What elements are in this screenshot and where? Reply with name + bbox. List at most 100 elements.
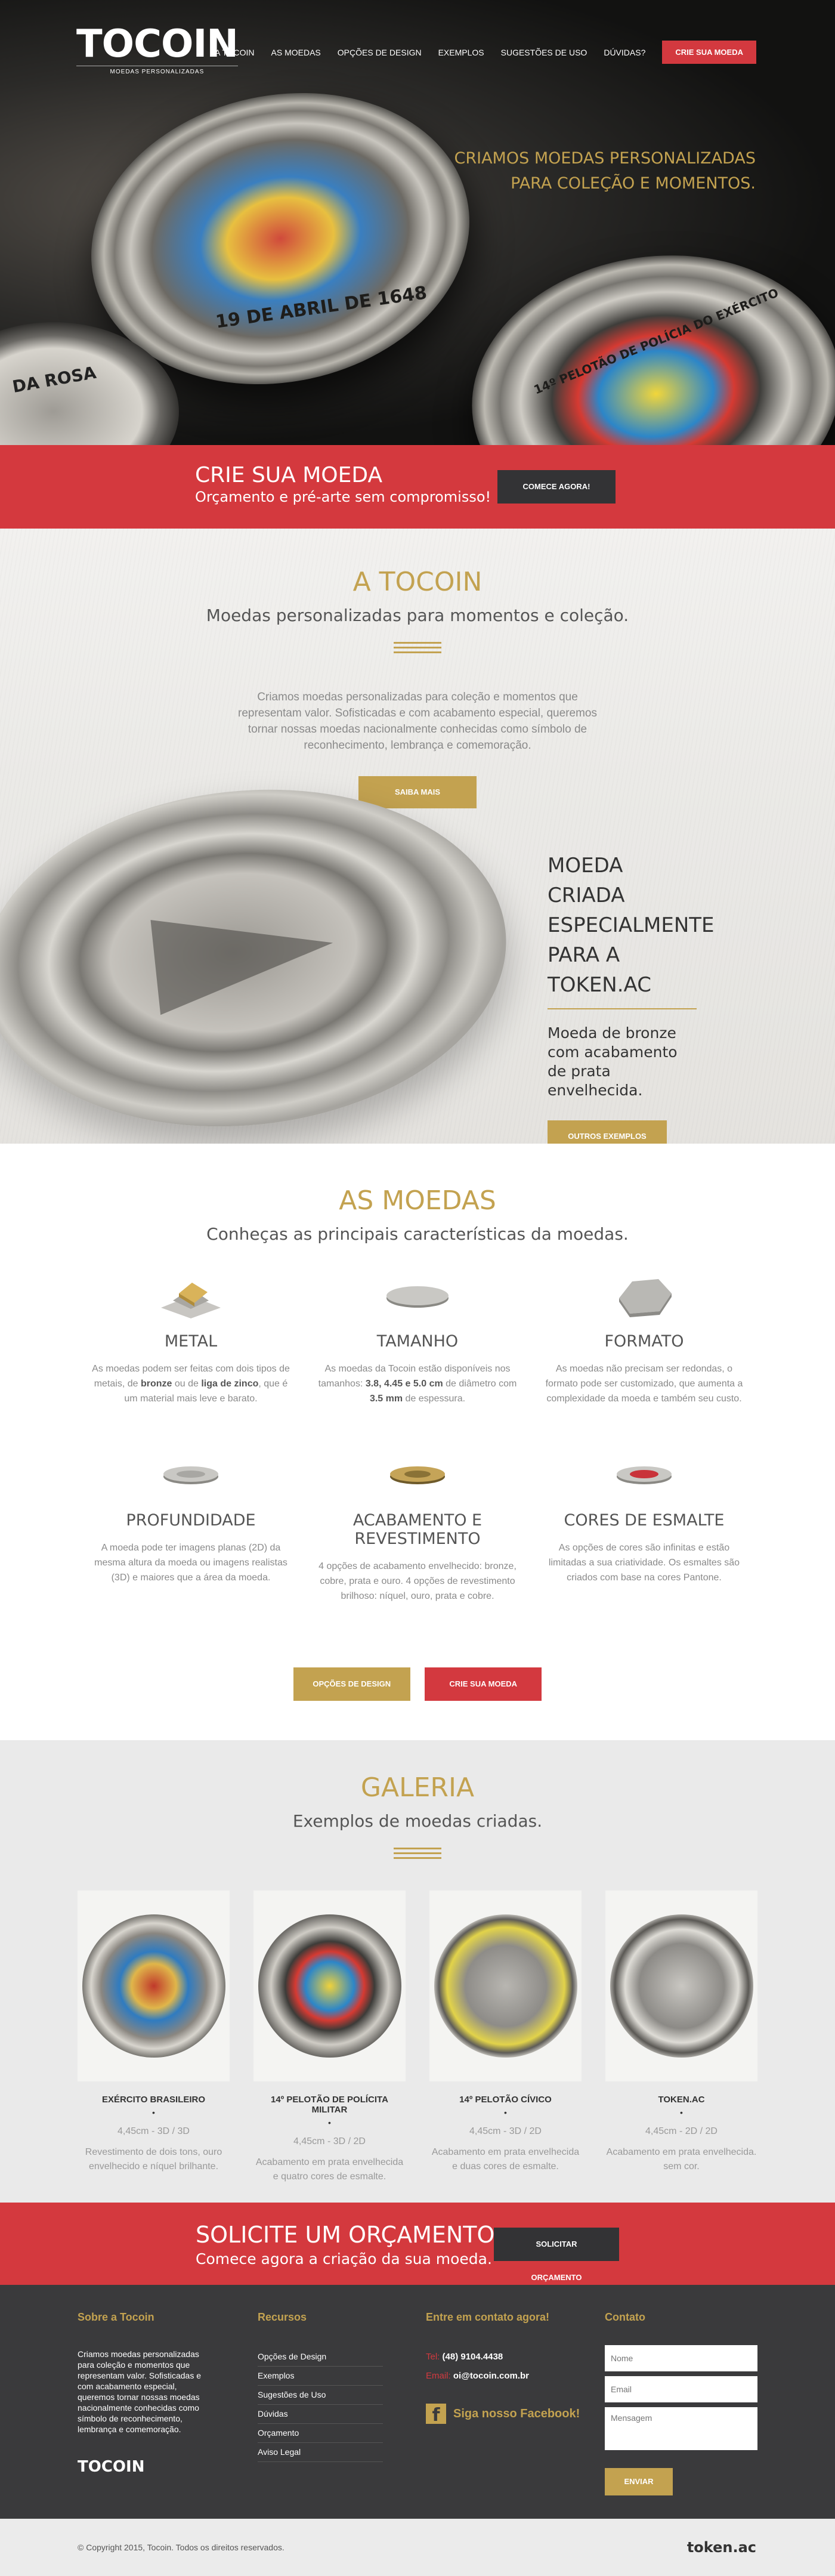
contact-form: ENVIAR [605, 2345, 757, 2495]
crie-banner-title: CRIE SUA MOEDA [195, 463, 383, 487]
comece-agora-button[interactable]: COMECE AGORA! [497, 470, 616, 504]
credit-logo[interactable]: token.ac [687, 2539, 756, 2556]
footer-resources-title: Recursos [258, 2311, 307, 2323]
opcoes-de-design-button[interactable]: OPÇÕES DE DESIGN [293, 1667, 410, 1701]
tel-label: Tel: [426, 2352, 440, 2362]
gallery-photo [253, 1891, 406, 2081]
logo-tagline: MOEDAS PERSONALIZADAS [76, 66, 238, 75]
feature-esmalte: CORES DE ESMALTE As opções de cores são … [531, 1448, 757, 1604]
feature-desc: A moeda pode ter imagens planas (2D) da … [94, 1543, 287, 1583]
coin-enamel-icon [543, 1448, 746, 1502]
nav-cta-crie-sua-moeda[interactable]: CRIE SUA MOEDA [662, 41, 756, 64]
coin-shape-icon [543, 1269, 746, 1323]
facebook-link[interactable]: f Siga nosso Facebook! [426, 2404, 580, 2426]
footer: Sobre a Tocoin Criamos moedas personaliz… [0, 2285, 835, 2519]
gallery-item[interactable]: 14º PELOTÃO CÍVICO • 4,45cm - 3D / 2D Ac… [429, 1891, 582, 2184]
crie-banner-text: CRIE SUA MOEDA Orçamento e pré-arte sem … [195, 463, 491, 506]
gallery-item-name: 14º PELOTÃO DE POLÍCITA MILITAR [271, 2095, 388, 2115]
footer-about-text: Criamos moedas personalizadas para coleç… [78, 2349, 201, 2434]
hero-tagline-line2: PARA COLEÇÃO E MOMENTOS. [511, 174, 756, 193]
token-card-rule [548, 1008, 697, 1009]
coin-exercito-image [82, 1914, 225, 2058]
feature-formato: FORMATO As moedas não precisam ser redon… [531, 1269, 757, 1406]
facebook-icon: f [426, 2404, 446, 2426]
feature-desc: As moedas da Tocoin estão disponíveis no… [318, 1364, 517, 1404]
outros-exemplos-button[interactable]: OUTROS EXEMPLOS [548, 1120, 667, 1144]
orcamento-subtitle: Comece agora a criação da sua moeda. [196, 2250, 492, 2268]
footer-link-sugestoes-de-uso[interactable]: Sugestões de Uso [258, 2386, 383, 2405]
saiba-mais-button[interactable]: SAIBA MAIS [358, 776, 477, 808]
nav-item-exemplos[interactable]: EXEMPLOS [438, 48, 484, 57]
moedas-subtitle: Conheças as principais características d… [206, 1224, 629, 1244]
feature-tamanho: TAMANHO As moedas da Tocoin estão dispon… [304, 1269, 531, 1406]
footer-about-title: Sobre a Tocoin [78, 2311, 154, 2323]
nav-item-sugestoes-de-uso[interactable]: SUGESTÕES DE USO [501, 48, 587, 57]
email-value[interactable]: oi@tocoin.com.br [453, 2371, 529, 2381]
footer-link-orcamento[interactable]: Orçamento [258, 2424, 383, 2443]
gallery-item[interactable]: EXÉRCITO BRASILEIRO • 4,45cm - 3D / 3D R… [78, 1891, 230, 2184]
footer-link-opcoes-de-design[interactable]: Opções de Design [258, 2348, 383, 2367]
feature-title: ACABAMENTO E REVESTIMENTO [352, 1511, 483, 1548]
copyright-bar: © Copyright 2015, Tocoin. Todos os direi… [0, 2519, 835, 2576]
tel-value[interactable]: (48) 9104.4438 [443, 2352, 503, 2362]
feature-desc: As opções de cores são infinitas e estão… [548, 1543, 740, 1583]
coin-size-icon [316, 1269, 519, 1323]
nav-item-duvidas[interactable]: DÚVIDAS? [604, 48, 645, 57]
footer-logo[interactable]: TOCOIN [78, 2458, 144, 2476]
coin-civico-image [434, 1914, 577, 2058]
coin-finish-icon [316, 1448, 519, 1502]
footer-contact-title: Entre em contato agora! [426, 2311, 550, 2323]
feature-title: TAMANHO [376, 1332, 459, 1351]
gallery-dot: • [504, 2108, 507, 2117]
feature-metal: METAL As moedas podem ser feitas com doi… [78, 1269, 304, 1406]
gallery-item-desc: Acabamento em prata envelhecida e duas c… [431, 2147, 580, 2172]
footer-form-title: Contato [605, 2311, 645, 2323]
logo[interactable]: TOCOIN MOEDAS PERSONALIZADAS [76, 25, 239, 75]
gallery-item-name: EXÉRCITO BRASILEIRO [101, 2095, 206, 2105]
gallery-item[interactable]: 14º PELOTÃO DE POLÍCITA MILITAR • 4,45cm… [253, 1891, 406, 2184]
footer-resources: Recursos Opções de Design Exemplos Suges… [258, 2311, 383, 2462]
galeria-section: GALERIA Exemplos de moedas criadas. EXÉR… [0, 1740, 835, 2203]
gallery-item-desc: Revestimento de dois tons, ouro envelhec… [85, 2147, 222, 2172]
feature-title: METAL [164, 1332, 218, 1351]
gallery-item-spec: 4,45cm - 3D / 2D [469, 2126, 542, 2136]
galeria-title: GALERIA [360, 1772, 475, 1803]
solicitar-orcamento-button[interactable]: SOLICITAR ORÇAMENTO [494, 2228, 619, 2282]
footer-link-aviso-legal[interactable]: Aviso Legal [258, 2443, 383, 2462]
nav-item-opcoes-de-design[interactable]: OPÇÕES DE DESIGN [338, 48, 422, 57]
token-card-title: MOEDA CRIADA ESPECIALMENTE PARA A TOKEN.… [548, 854, 715, 997]
feature-acabamento: ACABAMENTO E REVESTIMENTO 4 opções de ac… [304, 1448, 531, 1604]
gallery-item-name: 14º PELOTÃO CÍVICO [459, 2095, 552, 2105]
footer-link-exemplos[interactable]: Exemplos [258, 2367, 383, 2386]
enviar-button[interactable]: ENVIAR [605, 2468, 673, 2495]
nav-item-as-moedas[interactable]: AS MOEDAS [271, 48, 321, 57]
name-input[interactable] [605, 2345, 757, 2371]
footer-form: Contato ENVIAR [605, 2311, 757, 2495]
gallery-item-spec: 4,45cm - 3D / 3D [117, 2126, 190, 2136]
nav-item-a-tocoin[interactable]: A TOCOIN [215, 48, 254, 57]
gallery-item-name: TOKEN.AC [658, 2095, 705, 2105]
message-input[interactable] [605, 2407, 757, 2450]
feature-title: PROFUNDIDADE [126, 1511, 256, 1530]
main-nav: TOCOIN MOEDAS PERSONALIZADAS A TOCOIN AS… [0, 0, 835, 95]
crie-sua-moeda-button[interactable]: CRIE SUA MOEDA [425, 1667, 542, 1701]
about-subtitle: Moedas personalizadas para momentos e co… [206, 606, 629, 625]
email-input[interactable] [605, 2376, 757, 2402]
orcamento-title: SOLICITE UM ORÇAMENTO [196, 2222, 495, 2248]
gallery-item[interactable]: TOKEN.AC • 4,45cm - 2D / 2D Acabamento e… [605, 1891, 757, 2184]
footer-link-duvidas[interactable]: Dúvidas [258, 2405, 383, 2424]
gallery-photo [429, 1891, 582, 2081]
nav-menu: A TOCOIN AS MOEDAS OPÇÕES DE DESIGN EXEM… [215, 41, 756, 64]
gallery-item-desc: Acabamento em prata envelhecida e quatro… [255, 2157, 404, 2182]
gallery-item-spec: 4,45cm - 2D / 2D [645, 2126, 718, 2136]
hero-section: 19 DE ABRIL DE 1648 14º PELOTÃO DE POLÍC… [0, 0, 835, 445]
gallery-item-desc: Acabamento em prata envelhecida. sem cor… [606, 2147, 757, 2172]
orcamento-banner: SOLICITE UM ORÇAMENTO Comece agora a cri… [0, 2203, 835, 2285]
feature-title: FORMATO [604, 1332, 684, 1351]
feature-title: CORES DE ESMALTE [564, 1511, 725, 1530]
gallery-photo [605, 1891, 757, 2081]
footer-about: Sobre a Tocoin Criamos moedas personaliz… [78, 2311, 215, 2435]
gallery-dot: • [680, 2108, 683, 2117]
features-grid: METAL As moedas podem ser feitas com doi… [78, 1269, 757, 1604]
footer-contact: Entre em contato agora! Tel: (48) 9104.4… [426, 2311, 580, 2426]
